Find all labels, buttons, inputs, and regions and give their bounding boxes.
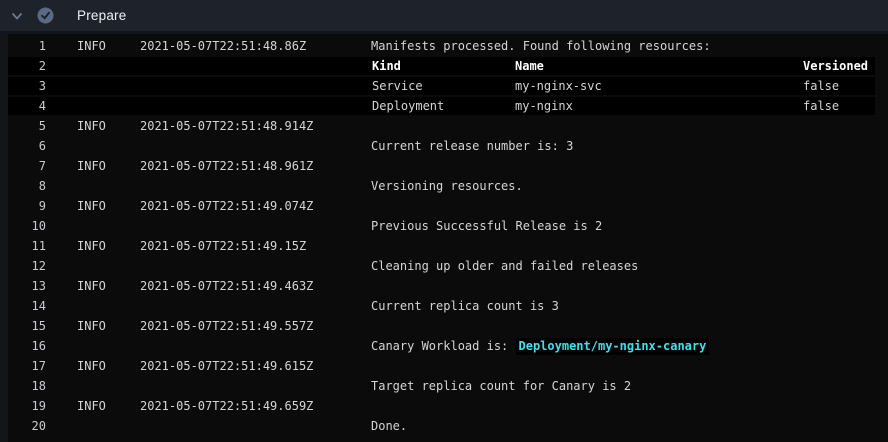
line-number[interactable]: 1 xyxy=(0,36,46,56)
table-cell: Deployment xyxy=(372,96,444,116)
table-header-cell: Versioned xyxy=(803,56,868,76)
log-row: 14 Current replica count is 3 xyxy=(0,296,888,316)
log-row: 7 INFO 2021-05-07T22:51:48.961Z xyxy=(0,156,888,176)
log-level: INFO xyxy=(77,116,106,136)
line-number[interactable]: 9 xyxy=(0,196,46,216)
line-number[interactable]: 20 xyxy=(0,416,46,436)
line-number[interactable]: 18 xyxy=(0,376,46,396)
line-number[interactable]: 10 xyxy=(0,216,46,236)
step-title: Prepare xyxy=(77,8,126,23)
log-row: Deployment my-nginx false 4 xyxy=(0,96,888,116)
line-number[interactable]: 12 xyxy=(0,256,46,276)
log-level: INFO xyxy=(77,396,106,416)
log-row: 8 Versioning resources. xyxy=(0,176,888,196)
log-message: Current release number is: 3 xyxy=(371,136,573,156)
line-number[interactable]: 5 xyxy=(0,116,46,136)
log-message: Canary Workload is: Deployment/my-nginx-… xyxy=(371,336,709,356)
log-timestamp: 2021-05-07T22:51:48.961Z xyxy=(140,156,313,176)
line-number[interactable]: 15 xyxy=(0,316,46,336)
log-message: Versioning resources. xyxy=(371,176,523,196)
line-number[interactable]: 11 xyxy=(0,236,46,256)
log-timestamp: 2021-05-07T22:51:49.659Z xyxy=(140,396,313,416)
log-timestamp: 2021-05-07T22:51:49.463Z xyxy=(140,276,313,296)
line-number[interactable]: 3 xyxy=(0,76,46,96)
table-header-cell: Kind xyxy=(372,56,401,76)
log-row: 9 INFO 2021-05-07T22:51:49.074Z xyxy=(0,196,888,216)
line-number[interactable]: 7 xyxy=(0,156,46,176)
log-body: 1 INFO 2021-05-07T22:51:48.86Z Manifests pr… xyxy=(0,34,888,442)
chevron-down-icon[interactable] xyxy=(10,9,24,23)
log-row: 17 INFO 2021-05-07T22:51:49.615Z xyxy=(0,356,888,376)
log-row: 1 INFO 2021-05-07T22:51:48.86Z Manifests pr… xyxy=(0,36,888,56)
table-cell: my-nginx-svc xyxy=(515,76,602,96)
log-row: 11 INFO 2021-05-07T22:51:49.15Z xyxy=(0,236,888,256)
log-row: Kind Name Versioned 2 xyxy=(0,56,888,76)
line-number[interactable]: 19 xyxy=(0,396,46,416)
log-viewer: Prepare 1 INFO 2021-05-07T22:51:48.86Z Mani… xyxy=(0,0,888,442)
log-row: 12 Cleaning up older and failed releases xyxy=(0,256,888,276)
log-level: INFO xyxy=(77,196,106,216)
log-row: 19 INFO 2021-05-07T22:51:49.659Z xyxy=(0,396,888,416)
line-number[interactable]: 13 xyxy=(0,276,46,296)
log-row: 5 INFO 2021-05-07T22:51:48.914Z xyxy=(0,116,888,136)
log-timestamp: 2021-05-07T22:51:48.86Z xyxy=(140,36,306,56)
log-level: INFO xyxy=(77,276,106,296)
log-row: 16 Canary Workload is: Deployment/my-ngin… xyxy=(0,336,888,356)
log-level: INFO xyxy=(77,356,106,376)
log-timestamp: 2021-05-07T22:51:49.15Z xyxy=(140,236,306,256)
log-row: 10 Previous Successful Release is 2 xyxy=(0,216,888,236)
line-number[interactable]: 16 xyxy=(0,336,46,356)
log-message: Current replica count is 3 xyxy=(371,296,559,316)
log-level: INFO xyxy=(77,36,106,56)
table-cell: false xyxy=(803,76,839,96)
check-circle-icon xyxy=(37,7,54,24)
log-message: Manifests processed. Found following res… xyxy=(371,36,711,56)
log-level: INFO xyxy=(77,236,106,256)
log-row: 6 Current release number is: 3 xyxy=(0,136,888,156)
line-number[interactable]: 17 xyxy=(0,356,46,376)
log-level: INFO xyxy=(77,156,106,176)
step-header[interactable]: Prepare xyxy=(0,0,888,34)
log-row: Service my-nginx-svc false 3 xyxy=(0,76,888,96)
log-timestamp: 2021-05-07T22:51:49.615Z xyxy=(140,356,313,376)
canary-workload-highlight: Deployment/my-nginx-canary xyxy=(516,338,710,355)
table-row-strip xyxy=(8,57,875,75)
line-number[interactable]: 14 xyxy=(0,296,46,316)
log-message: Target replica count for Canary is 2 xyxy=(371,376,631,396)
log-row: 20 Done. xyxy=(0,416,888,436)
line-number[interactable]: 2 xyxy=(0,56,46,76)
log-row: 13 INFO 2021-05-07T22:51:49.463Z xyxy=(0,276,888,296)
log-timestamp: 2021-05-07T22:51:48.914Z xyxy=(140,116,313,136)
table-row-strip xyxy=(8,77,875,95)
line-number[interactable]: 6 xyxy=(0,136,46,156)
table-cell: my-nginx xyxy=(515,96,573,116)
log-timestamp: 2021-05-07T22:51:49.557Z xyxy=(140,316,313,336)
line-number[interactable]: 4 xyxy=(0,96,46,116)
log-row: 15 INFO 2021-05-07T22:51:49.557Z xyxy=(0,316,888,336)
line-number[interactable]: 8 xyxy=(0,176,46,196)
log-timestamp: 2021-05-07T22:51:49.074Z xyxy=(140,196,313,216)
table-cell: false xyxy=(803,96,839,116)
log-message: Previous Successful Release is 2 xyxy=(371,216,602,236)
log-row: 18 Target replica count for Canary is 2 xyxy=(0,376,888,396)
table-cell: Service xyxy=(372,76,423,96)
table-header-cell: Name xyxy=(515,56,544,76)
log-message: Cleaning up older and failed releases xyxy=(371,256,638,276)
log-message: Done. xyxy=(371,416,407,436)
log-level: INFO xyxy=(77,316,106,336)
